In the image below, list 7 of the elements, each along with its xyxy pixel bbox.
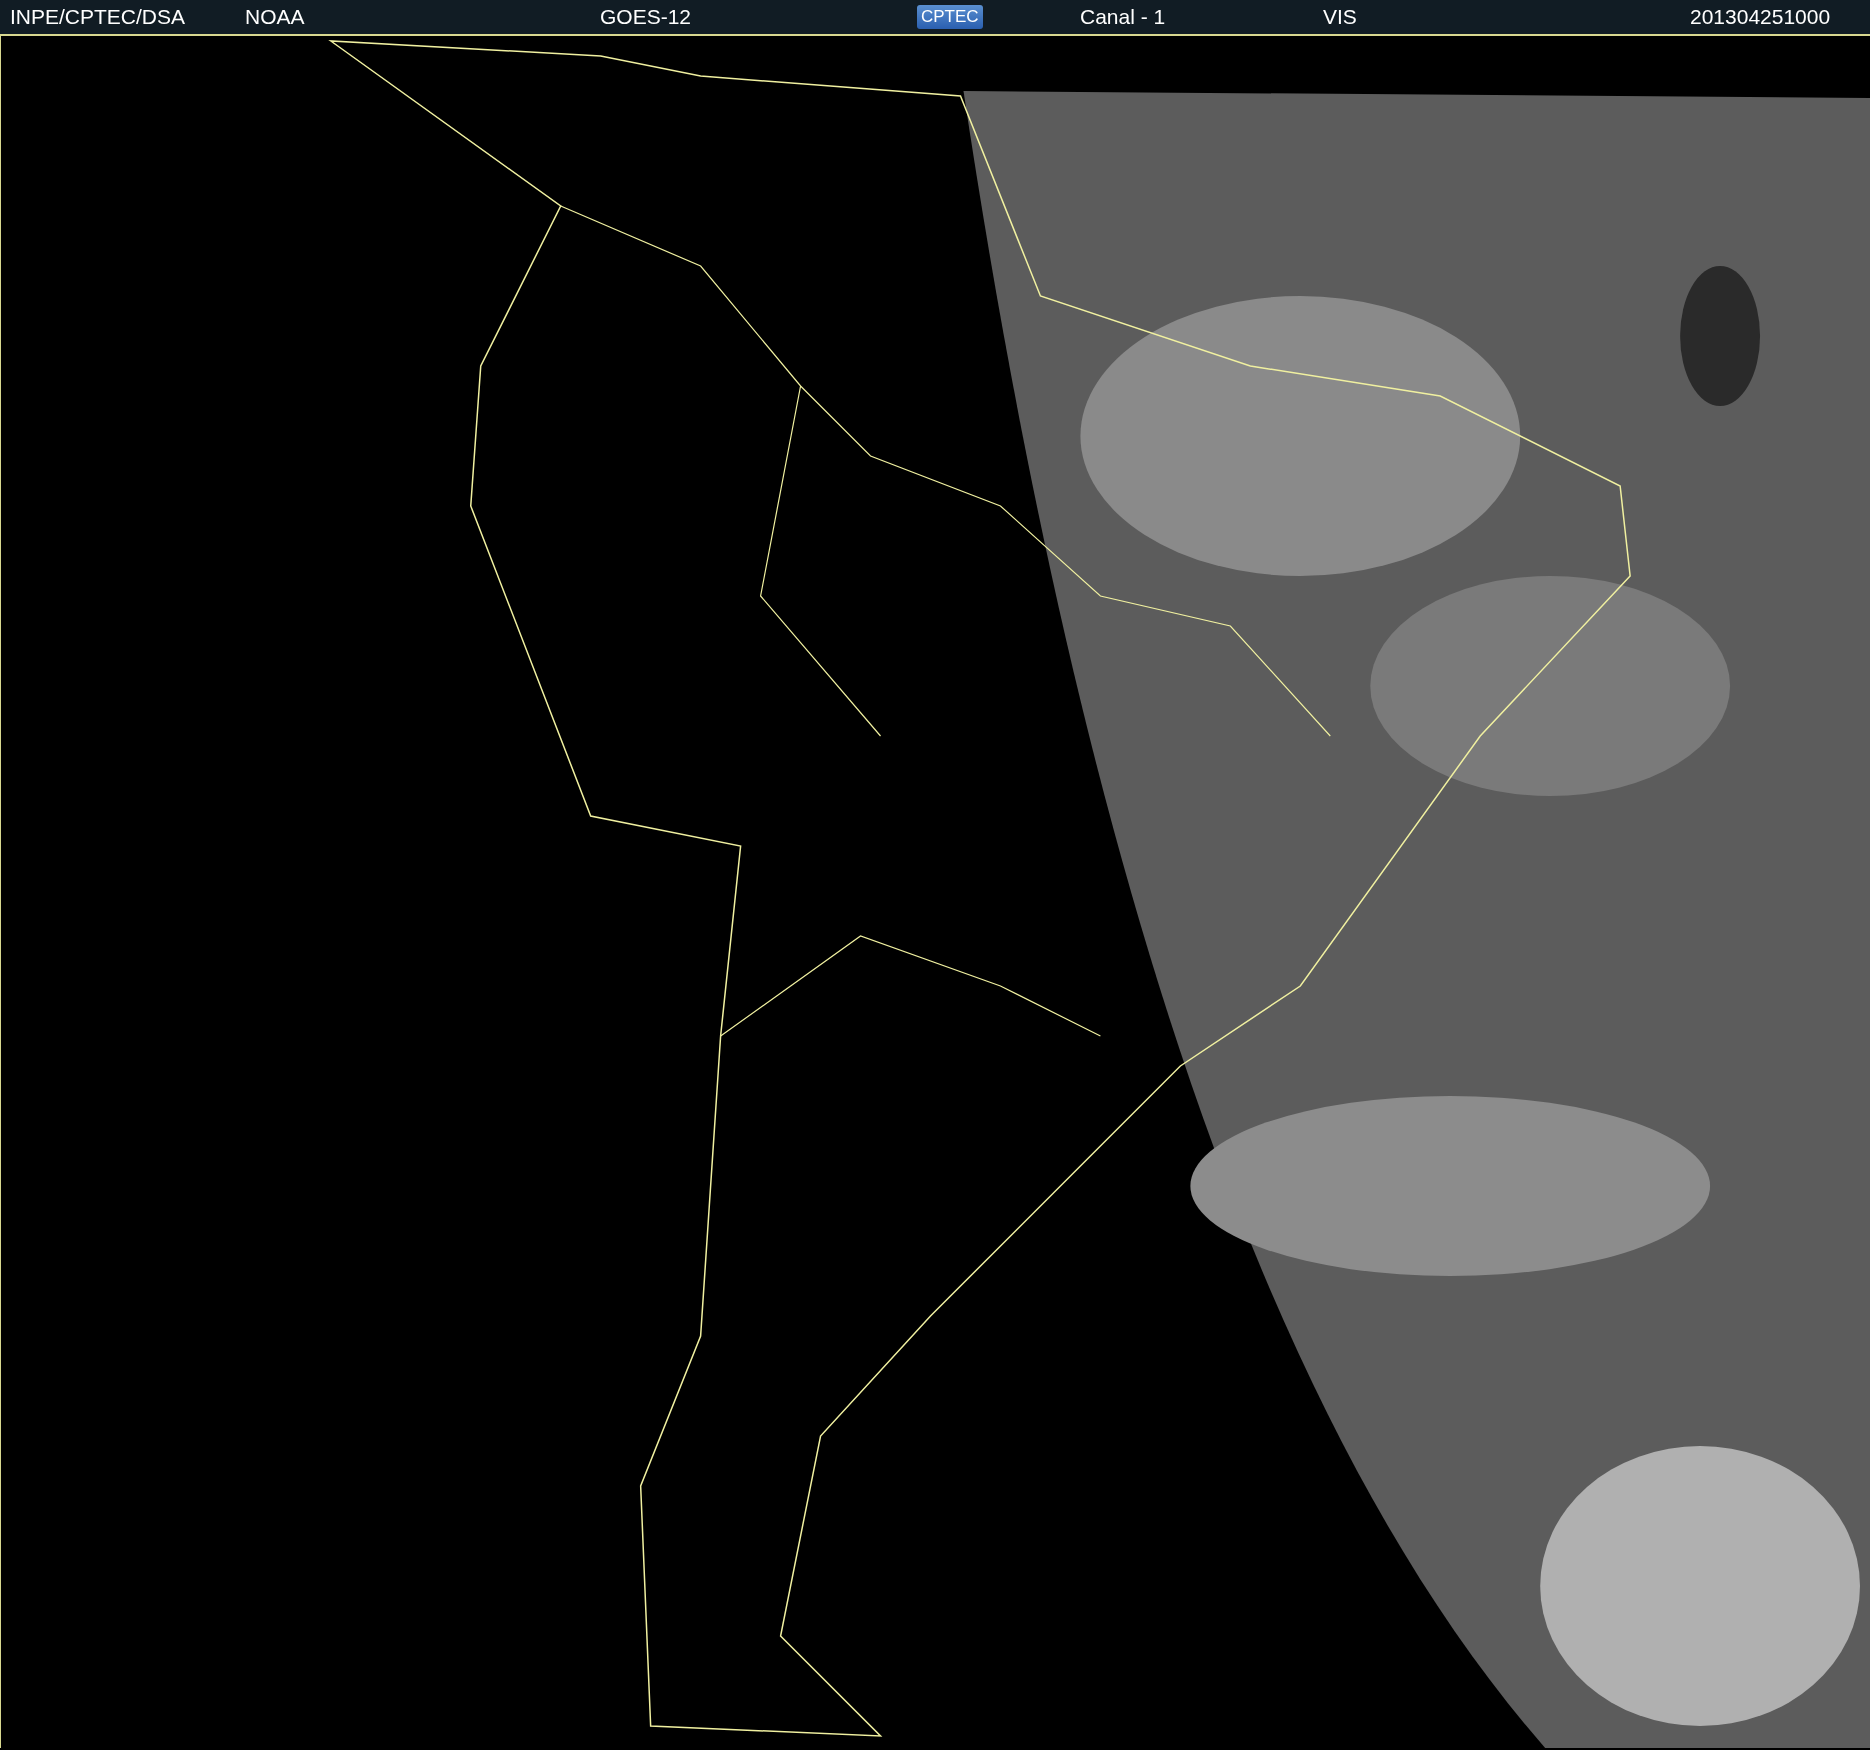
source-label: NOAA: [245, 5, 306, 29]
band-label: VIS: [1323, 5, 1358, 29]
logo: CPTEC: [917, 5, 983, 29]
channel-label: Canal - 1: [1080, 5, 1167, 29]
satellite-label: GOES-12: [600, 5, 693, 29]
agency-label: INPE/CPTEC/DSA: [10, 5, 187, 29]
timestamp-label: 201304251000: [1690, 5, 1832, 29]
